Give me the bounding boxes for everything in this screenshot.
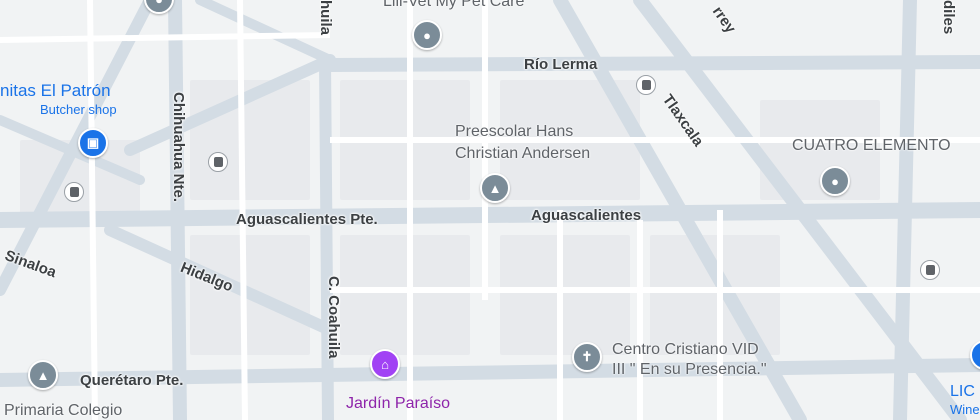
place-label-preescolar-1[interactable]: Preescolar Hans bbox=[455, 124, 573, 140]
building-icon[interactable]: ⌂ bbox=[370, 349, 400, 379]
place-label-wine: Wine bbox=[950, 402, 980, 417]
place-label-centro-2[interactable]: III " En su Presencia." bbox=[612, 362, 767, 378]
street-label-aguascalientes: Aguascalientes bbox=[531, 207, 642, 224]
street-label-rio-lerma: Río Lerma bbox=[524, 56, 598, 73]
street-label-chihuahua-nte: Chihuahua Nte. bbox=[170, 92, 187, 203]
place-label-butcher-type: Butcher shop bbox=[40, 102, 117, 117]
school-icon[interactable]: ▲ bbox=[28, 360, 58, 390]
road-network bbox=[0, 0, 980, 420]
pin-icon[interactable]: ● bbox=[820, 166, 850, 196]
pin-icon[interactable]: ● bbox=[412, 20, 442, 50]
place-label-lic[interactable]: LIC bbox=[950, 384, 975, 400]
street-label-queretaro-pte: Querétaro Pte. bbox=[80, 372, 184, 389]
school-icon[interactable]: ▲ bbox=[480, 173, 510, 203]
street-label-jardines: diles bbox=[940, 0, 957, 35]
place-label-preescolar-2[interactable]: Christian Andersen bbox=[455, 146, 590, 162]
place-label-primaria[interactable]: Primaria Colegio bbox=[4, 403, 122, 419]
bus-icon[interactable] bbox=[920, 260, 940, 280]
shopping-bag-icon[interactable]: ▣ bbox=[78, 128, 108, 158]
map-canvas[interactable]: Río Lerma Tlaxcala Aguascalientes Pte. A… bbox=[0, 0, 980, 420]
bus-icon[interactable] bbox=[636, 75, 656, 95]
bus-icon[interactable] bbox=[208, 152, 228, 172]
street-label-coahuila-top: huila bbox=[317, 0, 334, 36]
place-label-jardin[interactable]: Jardín Paraíso bbox=[346, 396, 450, 412]
street-label-aguascalientes-pte: Aguascalientes Pte. bbox=[236, 211, 378, 228]
place-label-butcher[interactable]: nitas El Patrón bbox=[0, 82, 111, 99]
place-label-vet[interactable]: Lili-Vet My Pet Care bbox=[383, 0, 524, 10]
cross-icon[interactable]: ✝ bbox=[572, 342, 602, 372]
place-label-cuatro[interactable]: CUATRO ELEMENTO bbox=[792, 138, 951, 154]
bus-icon[interactable] bbox=[64, 182, 84, 202]
place-label-centro-1[interactable]: Centro Cristiano VID bbox=[612, 342, 759, 358]
street-label-coahuila: C. Coahuila bbox=[325, 276, 342, 359]
